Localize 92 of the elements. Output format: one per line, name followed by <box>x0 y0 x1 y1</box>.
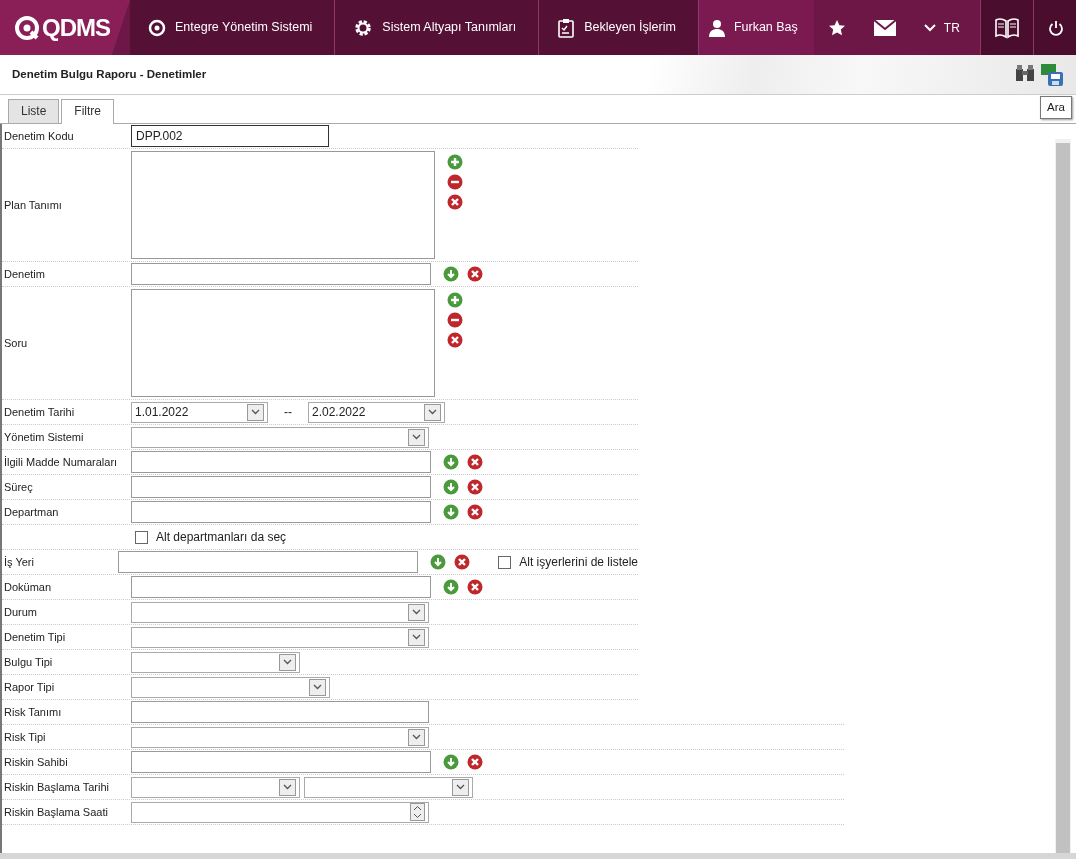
select-icon[interactable] <box>443 266 459 282</box>
select-field[interactable] <box>131 726 429 748</box>
field-label: İlgili Madde Numaraları <box>4 455 118 468</box>
clear-icon[interactable] <box>467 454 483 470</box>
select-icon[interactable] <box>443 579 459 595</box>
list-box[interactable] <box>131 151 435 259</box>
user-icon <box>708 18 725 37</box>
help-button[interactable] <box>979 0 1033 55</box>
select-field[interactable]: 2.02.2022 <box>308 401 445 423</box>
book-icon <box>994 16 1019 39</box>
field-label: Plan Tanımı <box>4 198 62 211</box>
star-icon <box>827 18 846 37</box>
select-field[interactable] <box>131 651 300 673</box>
binoculars-icon[interactable] <box>1014 62 1036 83</box>
chevron-down-icon <box>923 23 936 32</box>
clear-icon[interactable] <box>467 579 483 595</box>
field-label: Denetim Tarihi <box>4 405 75 418</box>
brand-text: QDMS <box>42 12 110 43</box>
checkbox[interactable] <box>498 555 512 569</box>
language-selector[interactable]: TR <box>909 0 980 55</box>
field-label: Süreç <box>4 480 33 493</box>
select-icon[interactable] <box>443 754 459 770</box>
select-field[interactable]: 1.01.2022 <box>131 401 268 423</box>
checkbox-label: Alt departmanları da seç <box>156 529 287 546</box>
logo-icon <box>14 14 40 41</box>
clear-icon[interactable] <box>467 504 483 520</box>
clear-icon[interactable] <box>447 332 463 348</box>
clear-icon[interactable] <box>467 479 483 495</box>
excel-save-icon[interactable] <box>1040 62 1064 87</box>
lookup-field[interactable] <box>131 451 431 473</box>
nav-link[interactable]: Sistem Altyapı Tanımları <box>335 0 540 55</box>
clear-icon[interactable] <box>454 554 471 570</box>
field-label: Durum <box>4 605 37 618</box>
field-label: Soru <box>4 336 28 349</box>
field-label: Denetim Tipi <box>4 630 66 643</box>
field-label: Bulgu Tipi <box>4 655 53 668</box>
select-icon[interactable] <box>443 454 459 470</box>
tooltip: Ara <box>1040 96 1072 120</box>
power-icon <box>1047 19 1064 36</box>
list-box[interactable] <box>131 289 435 397</box>
logout-button[interactable] <box>1032 0 1076 55</box>
user-menu[interactable]: Furkan Baş <box>698 0 814 55</box>
clear-icon[interactable] <box>467 266 483 282</box>
clear-icon[interactable] <box>467 754 483 770</box>
field-label: Yönetim Sistemi <box>4 430 84 443</box>
field-label: Departman <box>4 505 59 518</box>
select-icon[interactable] <box>430 554 447 570</box>
lookup-field[interactable] <box>131 751 431 773</box>
field-label: Denetim Kodu <box>4 129 74 142</box>
tab[interactable]: Filtre <box>61 99 115 124</box>
tab[interactable]: Liste <box>8 99 60 123</box>
field-label: Doküman <box>4 580 52 593</box>
checkbox-label: Alt işyerlerini de listele <box>519 554 638 571</box>
select-field[interactable] <box>131 426 429 448</box>
select-field[interactable] <box>131 776 300 798</box>
add-icon[interactable] <box>447 154 463 170</box>
settings-icon <box>353 17 374 38</box>
page-title: Denetim Bulgu Raporu - Denetimler <box>12 66 207 82</box>
add-icon[interactable] <box>447 292 463 308</box>
scrollbar[interactable] <box>1055 139 1071 854</box>
nav-link[interactable]: Bekleyen İşlerim <box>539 0 699 55</box>
select-icon[interactable] <box>443 504 459 520</box>
date-separator: -- <box>283 404 293 421</box>
field-label: Riskin Sahibi <box>4 755 68 768</box>
field-label: Riskin Başlama Tarihi <box>4 780 109 793</box>
select-field[interactable] <box>304 776 473 798</box>
select-field[interactable] <box>131 626 429 648</box>
nav-link[interactable]: Entegre Yönetim Sistemi <box>130 0 336 55</box>
checkbox[interactable] <box>135 530 148 544</box>
envelope-icon <box>873 19 896 36</box>
field-label: İş Yeri <box>4 555 34 568</box>
field-label: Rapor Tipi <box>4 680 55 693</box>
remove-icon[interactable] <box>447 174 463 190</box>
text-field[interactable] <box>131 701 429 723</box>
lookup-field[interactable] <box>118 551 419 573</box>
select-field[interactable] <box>131 601 429 623</box>
remove-icon[interactable] <box>447 312 463 328</box>
field-label: Risk Tipi <box>4 730 46 743</box>
field-label: Riskin Başlama Saati <box>4 805 108 818</box>
clipboard-icon <box>557 17 576 38</box>
select-icon[interactable] <box>443 479 459 495</box>
select-field[interactable] <box>131 676 330 698</box>
spinner-arrows-icon[interactable] <box>410 803 425 821</box>
lookup-field[interactable] <box>131 476 431 498</box>
text-field[interactable]: DPP.002 <box>131 125 329 147</box>
field-label: Denetim <box>4 267 45 280</box>
time-field[interactable] <box>131 801 429 823</box>
field-label: Risk Tanımı <box>4 705 62 718</box>
lookup-field[interactable] <box>131 263 431 285</box>
lookup-field[interactable] <box>131 501 431 523</box>
lookup-field[interactable] <box>131 576 431 598</box>
clear-icon[interactable] <box>447 194 463 210</box>
